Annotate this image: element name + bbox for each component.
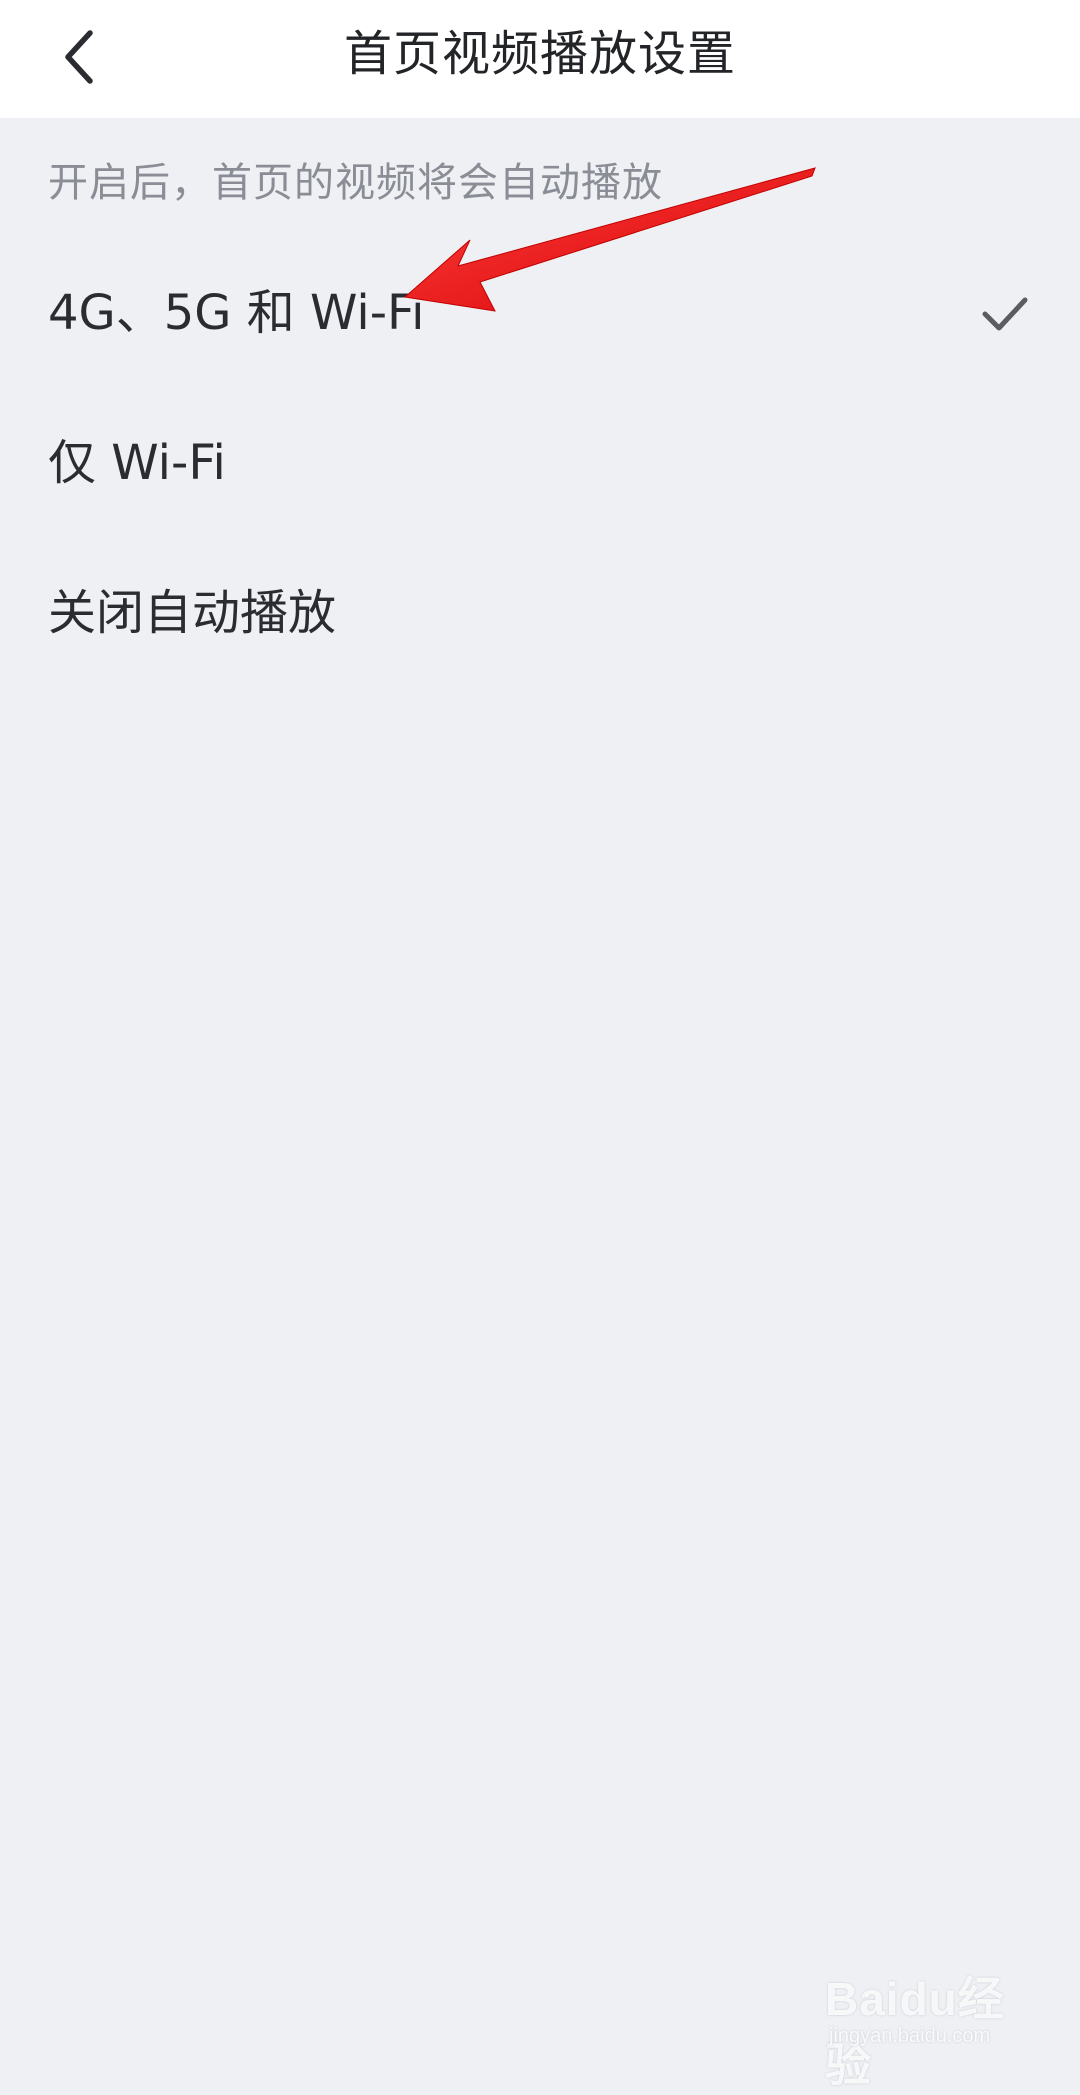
option-label: 关闭自动播放 bbox=[48, 585, 337, 641]
option-label: 4G、5G 和 Wi-Fi bbox=[48, 285, 425, 341]
baidu-jingyan-watermark: Baidu经验 jingyan.baidu.com bbox=[825, 1955, 1045, 2091]
option-wifi-only[interactable]: 仅 Wi-Fi bbox=[0, 388, 1080, 538]
option-label: 仅 Wi-Fi bbox=[48, 435, 226, 491]
watermark-sub-text: jingyan.baidu.com bbox=[829, 2025, 991, 2047]
option-4g-5g-wifi[interactable]: 4G、5G 和 Wi-Fi bbox=[0, 238, 1080, 388]
watermark-main-text: Baidu经验 bbox=[825, 1973, 1005, 2091]
page-title: 首页视频播放设置 bbox=[343, 26, 736, 82]
autoplay-hint-text: 开启后，首页的视频将会自动播放 bbox=[48, 160, 663, 206]
option-autoplay-off[interactable]: 关闭自动播放 bbox=[0, 538, 1080, 688]
checkmark-icon bbox=[982, 297, 1028, 331]
top-app-bar: 首页视频播放设置 bbox=[0, 0, 1080, 118]
